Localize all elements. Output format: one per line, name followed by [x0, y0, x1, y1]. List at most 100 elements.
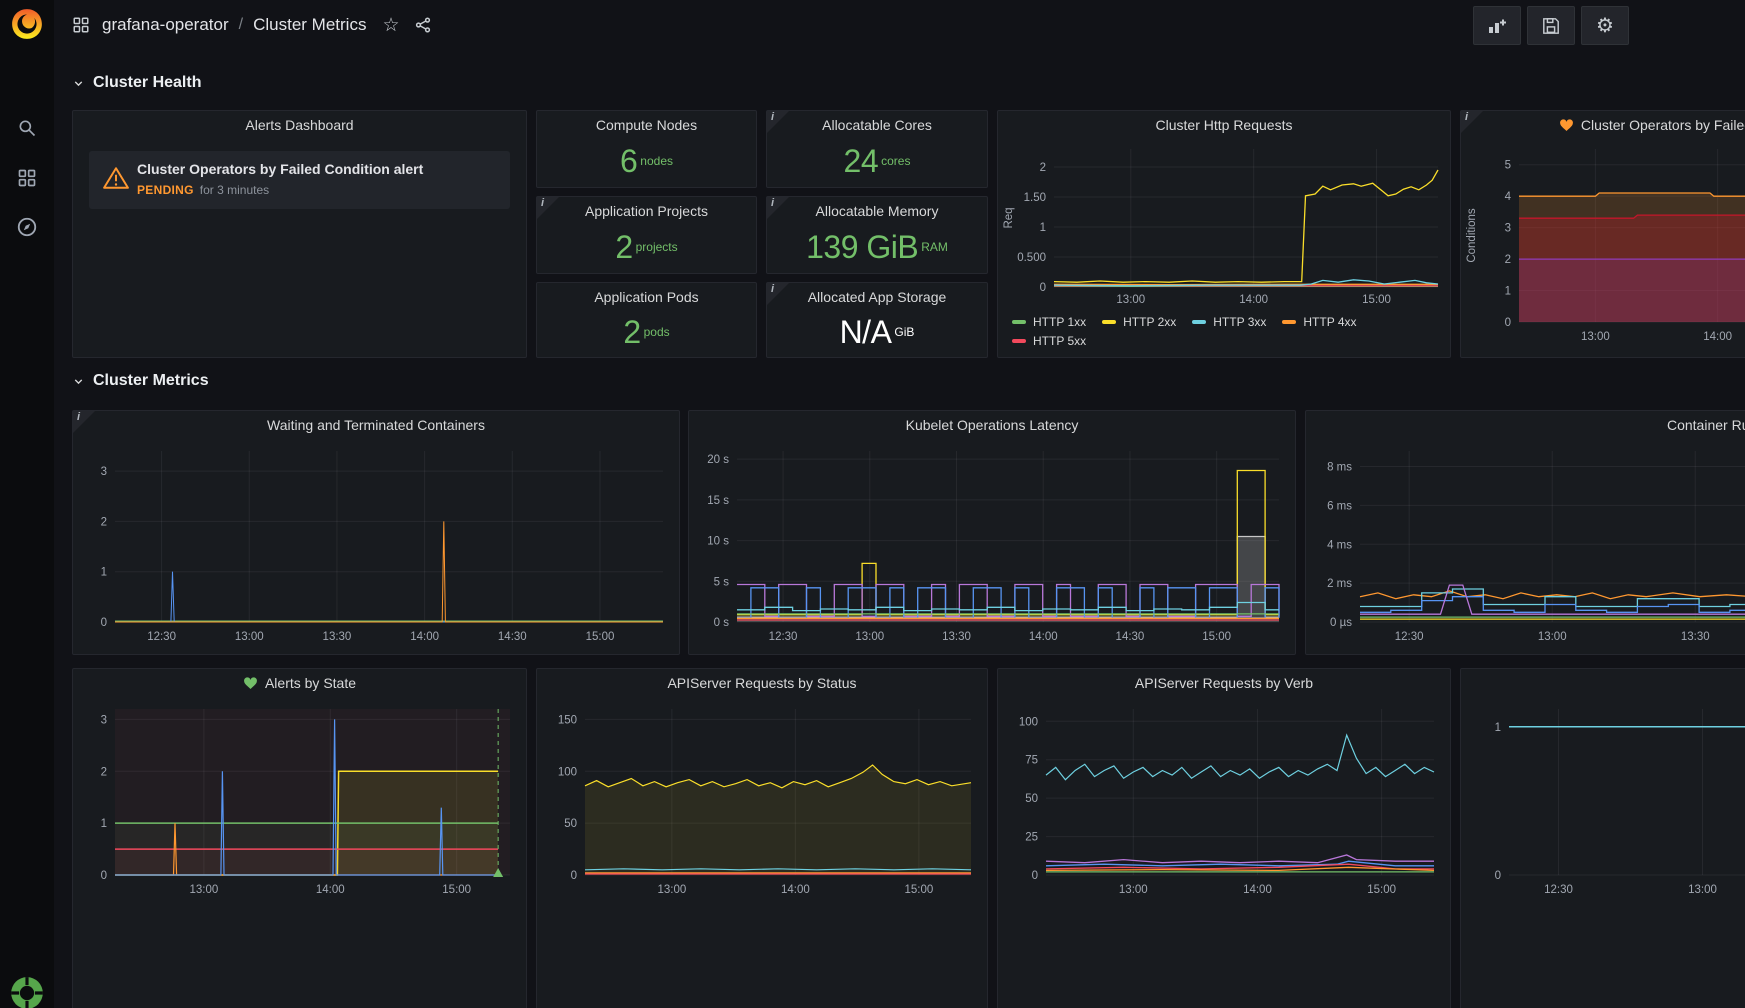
svg-text:14:00: 14:00 — [1703, 331, 1732, 343]
add-panel-button[interactable] — [1473, 6, 1521, 45]
timeseries-chart[interactable]: 0 s5 s10 s15 s20 s12:3013:0013:3014:0014… — [691, 441, 1293, 646]
info-icon[interactable]: i — [767, 111, 789, 133]
svg-text:13:00: 13:00 — [855, 631, 884, 643]
info-icon[interactable]: i — [767, 197, 789, 219]
legend-item[interactable]: HTTP 3xx — [1192, 315, 1266, 329]
svg-text:14:00: 14:00 — [410, 631, 439, 643]
warning-triangle-icon — [103, 166, 129, 190]
svg-text:14:00: 14:00 — [316, 884, 345, 896]
panel-title[interactable]: Container Runtime Operations Latency — [1306, 411, 1745, 439]
svg-text:150: 150 — [558, 714, 577, 726]
panel-title[interactable]: Cluster Http Requests — [998, 111, 1450, 139]
timeseries-chart[interactable]: 012313:0014:0015:00 — [75, 699, 524, 899]
svg-text:6 ms: 6 ms — [1327, 500, 1352, 512]
legend-item[interactable]: HTTP 5xx — [1012, 334, 1086, 348]
grafana-logo-icon[interactable] — [10, 7, 44, 41]
info-icon[interactable]: i — [767, 283, 789, 305]
svg-text:15:00: 15:00 — [904, 884, 933, 896]
breadcrumb-dashboard-title[interactable]: Cluster Metrics — [253, 15, 366, 35]
svg-text:1: 1 — [101, 567, 107, 579]
timeseries-chart[interactable]: 025507510013:0014:0015:00 — [1000, 699, 1448, 899]
svg-text:12:30: 12:30 — [1395, 631, 1424, 643]
svg-text:13:00: 13:00 — [1116, 294, 1145, 306]
panel-title[interactable]: APIServer Requests by Verb — [998, 669, 1450, 697]
svg-text:2: 2 — [1505, 254, 1511, 266]
svg-text:3: 3 — [101, 466, 107, 478]
stat-value: 2projects — [537, 227, 756, 267]
panel-apiserver-requests-by-status: APIServer Requests by Status 05010015013… — [536, 668, 988, 1008]
panel-alerts-dashboard: Alerts Dashboard Cluster Operators by Fa… — [72, 110, 527, 358]
alert-list-item[interactable]: Cluster Operators by Failed Condition al… — [89, 151, 510, 209]
svg-text:15:00: 15:00 — [1367, 884, 1396, 896]
panel-bottom-right-partial: 0112:3013:0013:3014:0014:3015:00 — [1460, 668, 1745, 1008]
svg-text:4: 4 — [1505, 191, 1512, 203]
svg-text:13:00: 13:00 — [1538, 631, 1567, 643]
panel-title[interactable]: Cluster Operators by Failed Condition — [1461, 111, 1745, 139]
svg-text:1: 1 — [1505, 286, 1511, 298]
dashboard-grid-icon[interactable] — [72, 16, 90, 34]
search-icon[interactable] — [0, 106, 54, 150]
panel-allocated-app-storage: i Allocated App Storage N/AGiB — [766, 282, 988, 358]
panel-allocatable-cores: i Allocatable Cores 24cores — [766, 110, 988, 188]
svg-text:2: 2 — [101, 516, 107, 528]
svg-text:100: 100 — [558, 766, 577, 778]
info-icon[interactable]: i — [73, 411, 95, 433]
svg-text:0: 0 — [1505, 317, 1511, 329]
svg-text:13:00: 13:00 — [1119, 884, 1148, 896]
legend-item[interactable]: HTTP 2xx — [1102, 315, 1176, 329]
panel-title[interactable]: Alerts by State — [73, 669, 526, 697]
panel-title[interactable]: Allocatable Cores — [767, 111, 987, 139]
panel-title[interactable]: Application Pods — [537, 283, 756, 311]
panel-title[interactable]: Allocated App Storage — [767, 283, 987, 311]
save-dashboard-button[interactable] — [1527, 6, 1575, 45]
gear-icon: ⚙ — [1596, 16, 1614, 36]
svg-text:12:30: 12:30 — [769, 631, 798, 643]
info-icon[interactable]: i — [537, 197, 559, 219]
svg-text:0: 0 — [1032, 870, 1038, 882]
panel-title[interactable]: APIServer Requests by Status — [537, 669, 987, 697]
alert-state-badge: PENDING — [137, 183, 194, 197]
svg-text:13:00: 13:00 — [1581, 331, 1610, 343]
svg-text:50: 50 — [564, 818, 577, 830]
section-cluster-health[interactable]: Cluster Health — [72, 74, 201, 92]
explore-compass-icon[interactable] — [0, 205, 54, 249]
panel-application-pods: Application Pods 2pods — [536, 282, 757, 358]
legend-item[interactable]: HTTP 4xx — [1282, 315, 1356, 329]
svg-text:0: 0 — [101, 870, 107, 882]
grafana-dashboard: grafana-operator / Cluster Metrics ☆ — [0, 0, 1745, 1008]
panel-title[interactable]: Compute Nodes — [537, 111, 756, 139]
panel-application-projects: i Application Projects 2projects — [536, 196, 757, 274]
star-icon[interactable]: ☆ — [382, 16, 399, 35]
panel-title[interactable]: Alerts Dashboard — [73, 111, 526, 139]
info-icon[interactable]: i — [1461, 111, 1483, 133]
svg-text:15:00: 15:00 — [442, 884, 471, 896]
panel-compute-nodes: Compute Nodes 6nodes — [536, 110, 757, 188]
legend-item[interactable]: HTTP 1xx — [1012, 315, 1086, 329]
svg-text:15:00: 15:00 — [1202, 631, 1231, 643]
stat-value: 139 GiBRAM — [767, 227, 987, 267]
dashboard-settings-button[interactable]: ⚙ — [1581, 6, 1629, 45]
timeseries-chart[interactable]: 00.50011.50213:0014:0015:00Req — [1000, 141, 1448, 309]
chevron-down-icon — [72, 77, 85, 90]
panel-title[interactable]: Kubelet Operations Latency — [689, 411, 1295, 439]
panel-title[interactable]: Waiting and Terminated Containers — [73, 411, 679, 439]
svg-text:13:00: 13:00 — [657, 884, 686, 896]
svg-text:13:30: 13:30 — [942, 631, 971, 643]
panel-title[interactable]: Allocatable Memory — [767, 197, 987, 225]
dashboards-icon[interactable] — [0, 156, 54, 200]
svg-text:14:00: 14:00 — [781, 884, 810, 896]
help-lifebuoy-icon[interactable] — [0, 968, 54, 1008]
breadcrumb-folder[interactable]: grafana-operator — [102, 15, 229, 35]
timeseries-chart[interactable]: 012312:3013:0013:3014:0014:3015:00 — [75, 441, 677, 646]
panel-cluster-http-requests: Cluster Http Requests 00.50011.50213:001… — [997, 110, 1451, 358]
svg-text:12:30: 12:30 — [147, 631, 176, 643]
share-icon[interactable] — [414, 16, 432, 34]
svg-text:14:30: 14:30 — [1116, 631, 1145, 643]
timeseries-chart[interactable]: 01234513:0014:0015:00Conditions — [1463, 141, 1745, 346]
timeseries-chart[interactable]: 0112:3013:0013:3014:0014:3015:00 — [1463, 699, 1745, 899]
panel-cluster-operators: i Cluster Operators by Failed Condition … — [1460, 110, 1745, 358]
section-cluster-metrics[interactable]: Cluster Metrics — [72, 372, 209, 390]
timeseries-chart[interactable]: 0 µs2 ms4 ms6 ms8 ms12:3013:0013:3014:00… — [1308, 441, 1745, 646]
timeseries-chart[interactable]: 05010015013:0014:0015:00 — [539, 699, 985, 899]
panel-title[interactable]: Application Projects — [537, 197, 756, 225]
